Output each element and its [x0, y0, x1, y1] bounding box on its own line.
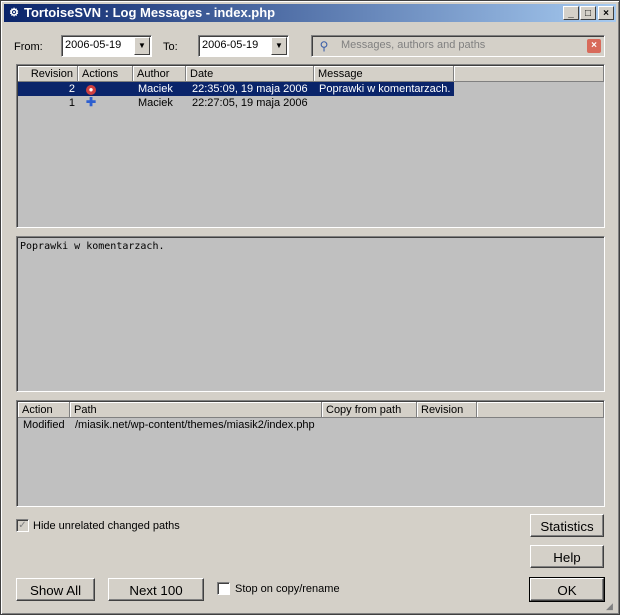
ok-button[interactable]: OK	[529, 577, 605, 602]
column-header-date[interactable]: Date	[186, 66, 314, 82]
tortoisesvn-app-icon: ⚙	[9, 7, 19, 19]
close-button[interactable]: ×	[598, 6, 614, 20]
column-header-filler	[454, 66, 604, 82]
column-header-path-revision[interactable]: Revision	[417, 402, 477, 418]
log-row-author: Maciek	[138, 83, 173, 95]
show-all-button[interactable]: Show All	[16, 578, 95, 601]
column-header-path[interactable]: Path	[70, 402, 322, 418]
column-header-actions[interactable]: Actions	[78, 66, 133, 82]
search-placeholder: Messages, authors and paths	[341, 39, 486, 51]
column-header-copy-from-path[interactable]: Copy from path	[322, 402, 417, 418]
log-row-message: Poprawki w komentarzach.	[319, 83, 451, 95]
resize-grip-icon[interactable]: ◢	[606, 601, 618, 613]
path-row-path: /miasik.net/wp-content/themes/miasik2/in…	[75, 419, 315, 431]
column-header-action[interactable]: Action	[18, 402, 70, 418]
search-icon[interactable]: ⚲	[315, 38, 333, 54]
next-100-button[interactable]: Next 100	[108, 578, 204, 601]
add-icon: ✚	[86, 95, 97, 109]
maximize-button[interactable]: □	[580, 6, 596, 20]
statistics-button[interactable]: Statistics	[530, 514, 604, 537]
from-label: From:	[14, 41, 43, 53]
to-date-dropdown-icon[interactable]: ▼	[271, 37, 287, 55]
path-row-action: Modified	[23, 419, 65, 431]
log-row-revision: 2	[68, 83, 75, 95]
from-date-picker[interactable]: 2006-05-19 ▼	[61, 35, 152, 57]
to-label: To:	[163, 41, 178, 53]
log-row-date: 22:35:09, 19 maja 2006	[192, 83, 308, 95]
to-date-picker[interactable]: 2006-05-19 ▼	[198, 35, 289, 57]
help-button[interactable]: Help	[530, 545, 604, 568]
column-header-author[interactable]: Author	[133, 66, 186, 82]
log-messages-window: ⚙ TortoiseSVN : Log Messages - index.php…	[0, 0, 620, 615]
hide-unrelated-checkbox[interactable]: ✓	[16, 519, 29, 532]
log-row-author: Maciek	[138, 97, 173, 109]
log-row-revision: 1	[68, 97, 75, 109]
column-header-filler	[477, 402, 604, 418]
title-bar[interactable]: ⚙ TortoiseSVN : Log Messages - index.php…	[4, 4, 616, 22]
stop-on-copy-label: Stop on copy/rename	[235, 583, 340, 595]
search-field[interactable]: ⚲ Messages, authors and paths ×	[311, 35, 605, 57]
path-row[interactable]: Modified /miasik.net/wp-content/themes/m…	[18, 418, 603, 432]
to-date-value: 2006-05-19	[202, 39, 259, 51]
log-row[interactable]: 1 ✚ Maciek 22:27:05, 19 maja 2006	[18, 96, 454, 110]
column-header-message[interactable]: Message	[314, 66, 454, 82]
window-title: TortoiseSVN : Log Messages - index.php	[24, 5, 276, 20]
message-text: Poprawki w komentarzach.	[20, 241, 165, 252]
modify-icon: ●	[86, 82, 96, 96]
clear-search-icon[interactable]: ×	[587, 39, 601, 53]
log-row[interactable]: 2 ● Maciek 22:35:09, 19 maja 2006 Popraw…	[18, 82, 454, 96]
message-pane[interactable]: Poprawki w komentarzach.	[16, 236, 605, 392]
log-row-date: 22:27:05, 19 maja 2006	[192, 97, 308, 109]
from-date-value: 2006-05-19	[65, 39, 122, 51]
from-date-dropdown-icon[interactable]: ▼	[134, 37, 150, 55]
hide-unrelated-label: Hide unrelated changed paths	[33, 520, 180, 532]
minimize-button[interactable]: _	[563, 6, 579, 20]
log-list[interactable]: Revision Actions Author Date Message 2 ●…	[16, 64, 605, 228]
column-header-revision[interactable]: Revision	[18, 66, 78, 82]
changed-paths-list[interactable]: Action Path Copy from path Revision Modi…	[16, 400, 605, 507]
stop-on-copy-checkbox[interactable]	[217, 582, 230, 595]
